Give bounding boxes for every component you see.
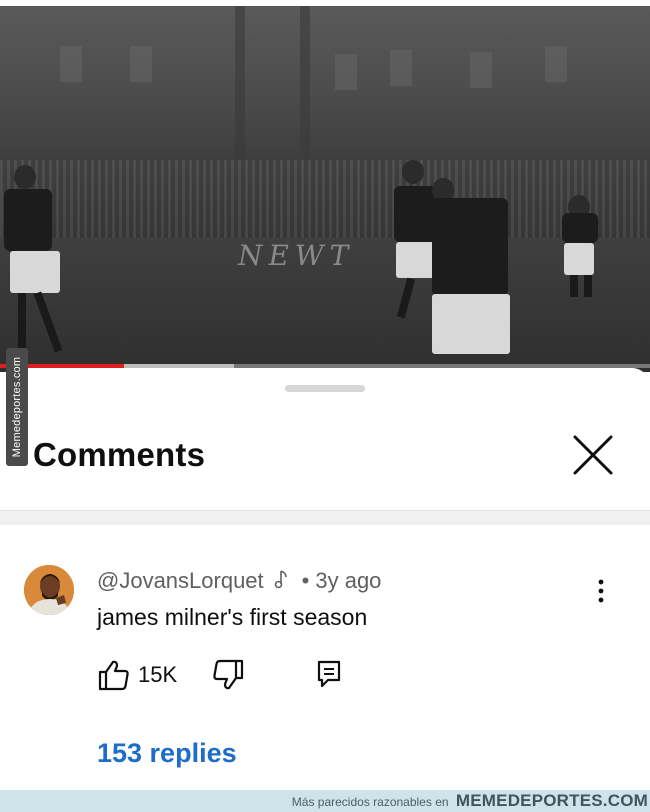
dislike-button[interactable] bbox=[211, 658, 245, 692]
more-options-button[interactable] bbox=[586, 576, 616, 606]
video-ad-board: NEWT bbox=[234, 239, 358, 272]
side-watermark: Memedeportes.com bbox=[6, 348, 28, 466]
header-divider bbox=[0, 510, 650, 525]
more-vertical-icon bbox=[598, 579, 604, 603]
side-watermark-text: Memedeportes.com bbox=[11, 356, 23, 458]
thumb-up-icon bbox=[98, 660, 129, 691]
like-button[interactable] bbox=[97, 658, 131, 692]
comment-text: james milner's first season bbox=[97, 604, 368, 630]
like-count: 15K bbox=[138, 662, 178, 687]
thumb-down-icon bbox=[213, 659, 244, 690]
video-crowd bbox=[0, 160, 650, 240]
video-player[interactable]: NEWT bbox=[0, 0, 650, 372]
separator-dot: • bbox=[301, 568, 310, 593]
bottom-watermark: Más parecidos razonables en MEMEDEPORTES… bbox=[0, 790, 650, 812]
comment-author[interactable]: @JovansLorquet bbox=[97, 568, 264, 594]
comments-title: Comments bbox=[33, 436, 206, 473]
comment-author-line: @JovansLorquet • 3y ago bbox=[97, 568, 381, 594]
video-background-building bbox=[0, 6, 650, 176]
comments-sheet: Comments @JovansLorquet • 3y ago james m… bbox=[0, 368, 650, 812]
avatar[interactable] bbox=[24, 565, 74, 615]
reply-button[interactable] bbox=[316, 659, 342, 689]
reply-icon bbox=[317, 660, 341, 688]
drag-handle[interactable] bbox=[285, 385, 365, 392]
comment-item: @JovansLorquet • 3y ago james milner's f… bbox=[0, 558, 650, 788]
replies-link[interactable]: 153 replies bbox=[97, 738, 237, 769]
bottom-watermark-prefix: Más parecidos razonables en bbox=[291, 795, 449, 809]
close-button[interactable] bbox=[568, 430, 618, 480]
screen: NEWT Memedeportes.com Comments @JovansLo… bbox=[0, 0, 650, 812]
bottom-watermark-brand: MEMEDEPORTES.COM bbox=[455, 791, 648, 810]
comment-time: 3y ago bbox=[315, 568, 382, 593]
avatar-image bbox=[24, 565, 74, 615]
close-icon bbox=[573, 435, 613, 475]
music-note-icon bbox=[274, 569, 288, 594]
